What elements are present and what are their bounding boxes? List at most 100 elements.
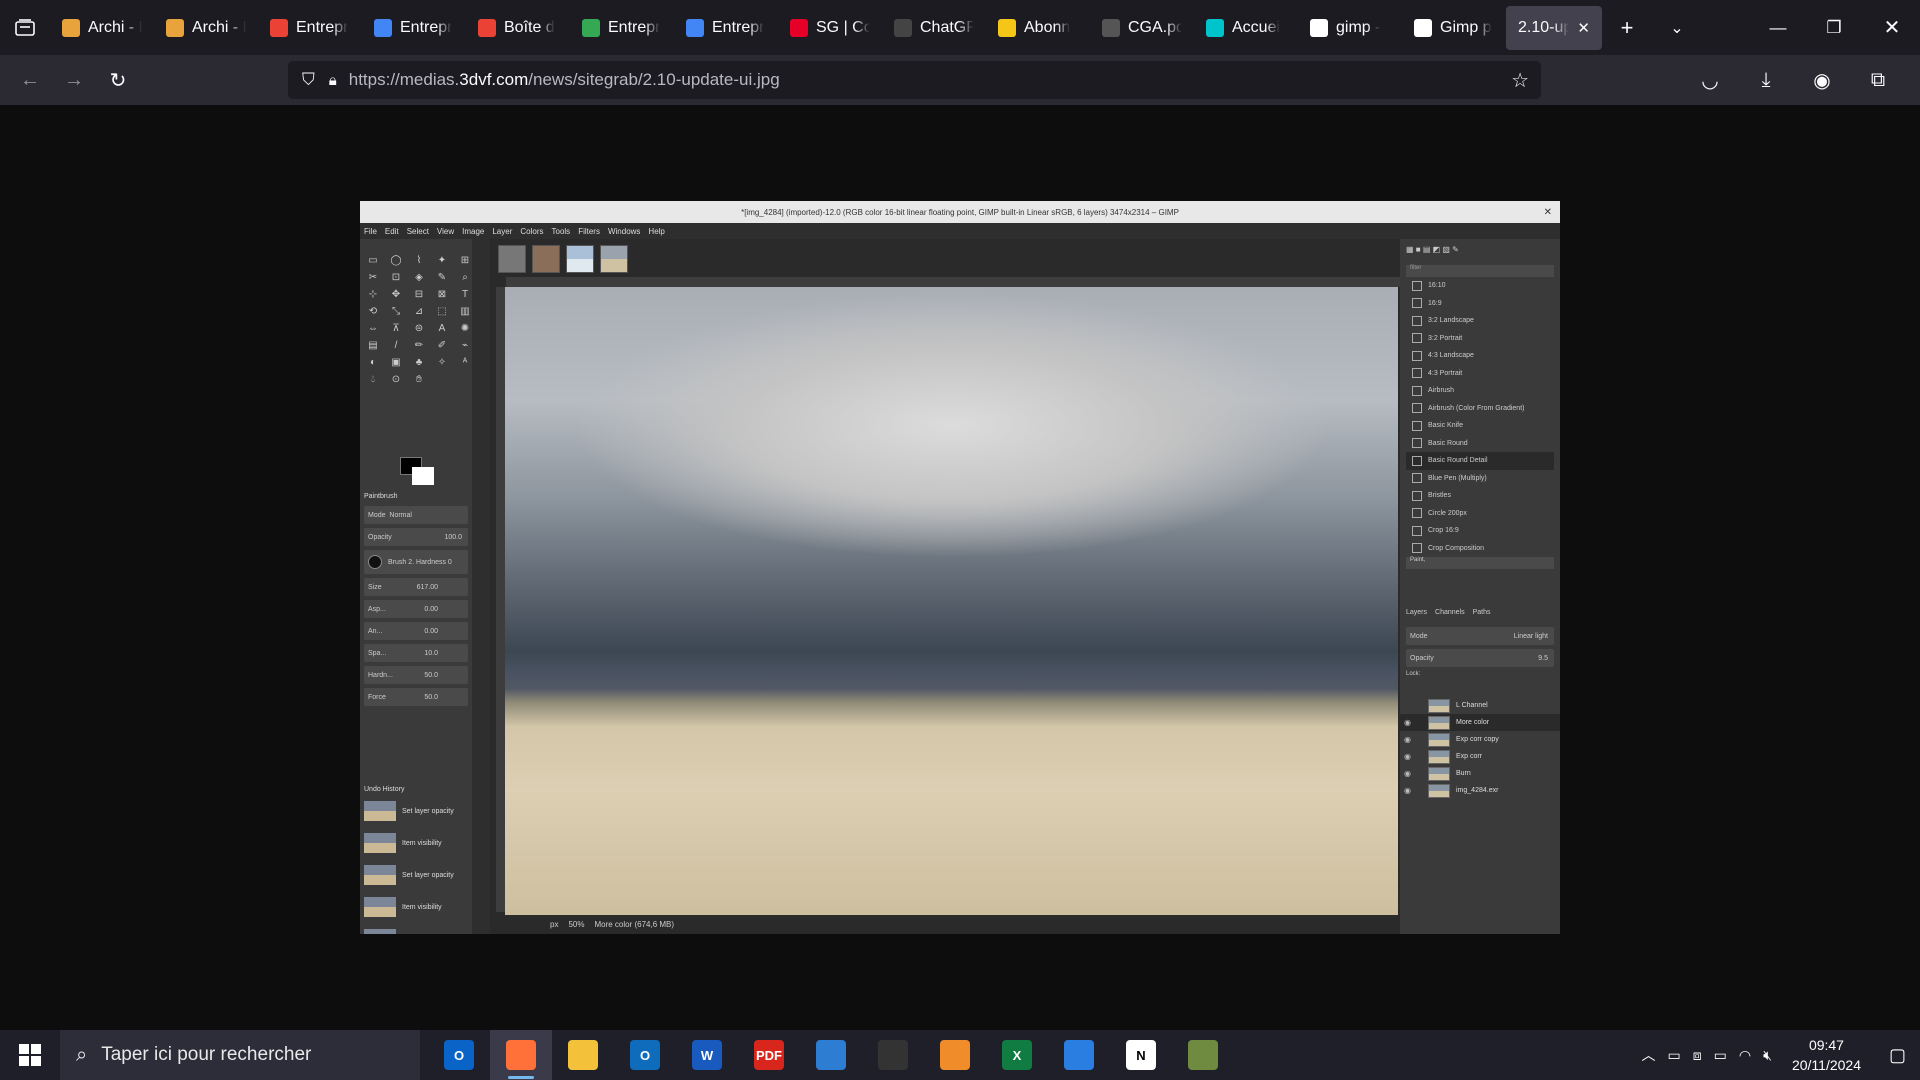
lock-icon[interactable]: 🔒︎ [329,72,337,89]
gimp-icon [1188,1040,1218,1070]
tracking-shield-icon[interactable]: ⛉ [302,70,315,90]
close-window-button[interactable]: ✕ [1864,0,1920,55]
layers-dock-tab: Layers [1406,609,1428,616]
taskbar-app-button[interactable]: W [676,1030,738,1080]
brush-parameter-rows: Size 617.00 Asp... 0.00 An... 0.00 Spa... 10.0 H… [360,578,472,706]
reload-button[interactable]: ↻ [96,60,140,100]
history-label: Set layer opacity [402,871,454,879]
file-explorer-icon [568,1040,598,1070]
extensions-button[interactable]: ⧉ [1856,60,1900,100]
tab-title: Entrepr [608,18,661,36]
brush-swatch [1412,315,1422,326]
new-tab-button[interactable]: + [1602,6,1652,50]
browser-tab[interactable]: Gimp p [1402,6,1506,50]
pdf-icon: PDF [754,1040,784,1070]
list-all-tabs-button[interactable]: ⌄ [1652,6,1702,50]
taskbar-app-button[interactable]: N [1110,1030,1172,1080]
tool-icon [435,372,449,386]
url-text[interactable]: https://medias.3dvf.com/news/sitegrab/2.… [349,70,780,90]
pocket-button[interactable]: ◡ [1688,60,1732,100]
brush-name: Bristles [1428,492,1451,500]
tool-icon: ⤡ [392,305,400,317]
battery-icon[interactable]: ▭ [1714,1047,1727,1064]
taskbar-app-button[interactable] [1048,1030,1110,1080]
layer-row: ◉ Exp corr copy [1400,731,1560,748]
brush-name: 16:10 [1428,282,1446,290]
gimp-screenshot[interactable]: *[img_4284] (imported)-12.0 (RGB color 1… [360,201,1560,934]
downloads-button[interactable]: ⤓ [1744,60,1788,100]
restore-button[interactable]: ❐ [1806,0,1862,55]
taskbar-app-button[interactable]: PDF [738,1030,800,1080]
browser-tab[interactable]: Boîte d [466,6,570,50]
docs-icon [686,18,704,37]
windows-taskbar: ⌕ Taper ici pour rechercher O O W PDF X N ︿ ▭… [0,1030,1920,1080]
search-placeholder: Taper ici pour rechercher [101,1044,312,1065]
browser-tab[interactable]: gimp - [1298,6,1402,50]
tool-icon: ▭ [368,254,378,266]
tool-icon: ▤ [368,339,378,351]
history-thumbnail [364,801,396,821]
forward-button[interactable]: → [52,60,96,100]
close-tab-icon[interactable]: ✕ [1577,19,1590,37]
taskbar-app-button[interactable]: O [428,1030,490,1080]
start-button[interactable] [0,1030,60,1080]
notifications-icon[interactable]: ▢ [1889,1045,1906,1066]
browser-tab[interactable]: Entrepr [570,6,674,50]
brush-parameter-row: Spa... 10.0 [364,644,468,662]
tab-title: Entrepr [712,18,765,36]
brush-name: Basic Round [1428,439,1468,447]
tool-icon: ✋︎ [416,373,422,385]
taskbar-app-button[interactable]: X [986,1030,1048,1080]
taskbar-app-button[interactable] [862,1030,924,1080]
gimp-menu-item: Edit [384,226,399,236]
bookmark-star-icon[interactable]: ☆ [1511,68,1529,93]
wifi-icon[interactable]: ◠ [1739,1047,1751,1064]
brush-swatch [1412,473,1422,484]
meet-icon[interactable]: ▭ [1668,1047,1681,1064]
tab-active[interactable]: 2.10-upd ✕ [1506,5,1602,50]
clock[interactable]: 09:47 20/11/2024 [1792,1035,1861,1075]
chevron-up-icon[interactable]: ︿ [1642,1045,1656,1065]
brush-swatch [1412,508,1422,519]
history-thumbnail [364,833,396,853]
image-thumbnail [566,245,594,273]
back-button[interactable]: ← [8,60,52,100]
browser-tab[interactable]: Abonn [986,6,1090,50]
taskbar-app-button[interactable] [924,1030,986,1080]
taskbar-app-button[interactable] [552,1030,614,1080]
taskbar-search-box[interactable]: ⌕ Taper ici pour rechercher [60,1030,420,1080]
brush-name: 16:9 [1428,299,1442,307]
browser-tab[interactable]: Entrepr [674,6,778,50]
tab-title: Entrepr [296,18,349,36]
volume-muted-icon[interactable]: 🔇︎ [1763,1047,1772,1064]
taskbar-app-button[interactable] [800,1030,862,1080]
tab-title: Abonn [1024,18,1071,36]
browser-tab[interactable]: Entrepr [362,6,466,50]
tool-icon: ⟲ [368,305,378,317]
browser-tab[interactable]: CGA.pd [1090,6,1194,50]
menu-button[interactable]: ≡ [1912,60,1920,100]
arrow-right-icon: → [64,68,84,91]
undo-history-title: Undo History [364,786,405,793]
taskbar-app-button[interactable] [1172,1030,1234,1080]
browser-tab[interactable]: Accuei [1194,6,1298,50]
browser-tab[interactable]: Archi - Free [50,6,154,50]
layer-row: ◉ img_4284.exr [1400,782,1560,799]
doc-icon [166,18,184,37]
firefox-view-button[interactable] [0,0,50,55]
url-bar[interactable]: ⛉ 🔒︎ https://medias.3dvf.com/news/sitegr… [288,61,1541,99]
browser-tab[interactable]: ChatGP [882,6,986,50]
taskbar-app-button[interactable] [490,1030,552,1080]
tool-icon: / [394,339,398,351]
account-button[interactable]: ◉ [1800,60,1844,100]
browser-tab[interactable]: Entrepr [258,6,362,50]
chevron-down-icon: ⌄ [1670,19,1684,37]
display-icon[interactable]: ⧈ [1693,1047,1702,1064]
browser-tab[interactable]: Archi - Free [154,6,258,50]
3dvf-icon [1414,18,1432,37]
gimp-right-dock: ▦ ■ ▤ ◩ ▧ ✎ filter 16:10 16:9 3:2 Landscap… [1400,239,1560,934]
browser-tab[interactable]: SG | Co [778,6,882,50]
taskbar-app-button[interactable]: O [614,1030,676,1080]
tool-icon: ♣ [415,356,423,368]
minimize-button[interactable]: — [1750,0,1806,55]
